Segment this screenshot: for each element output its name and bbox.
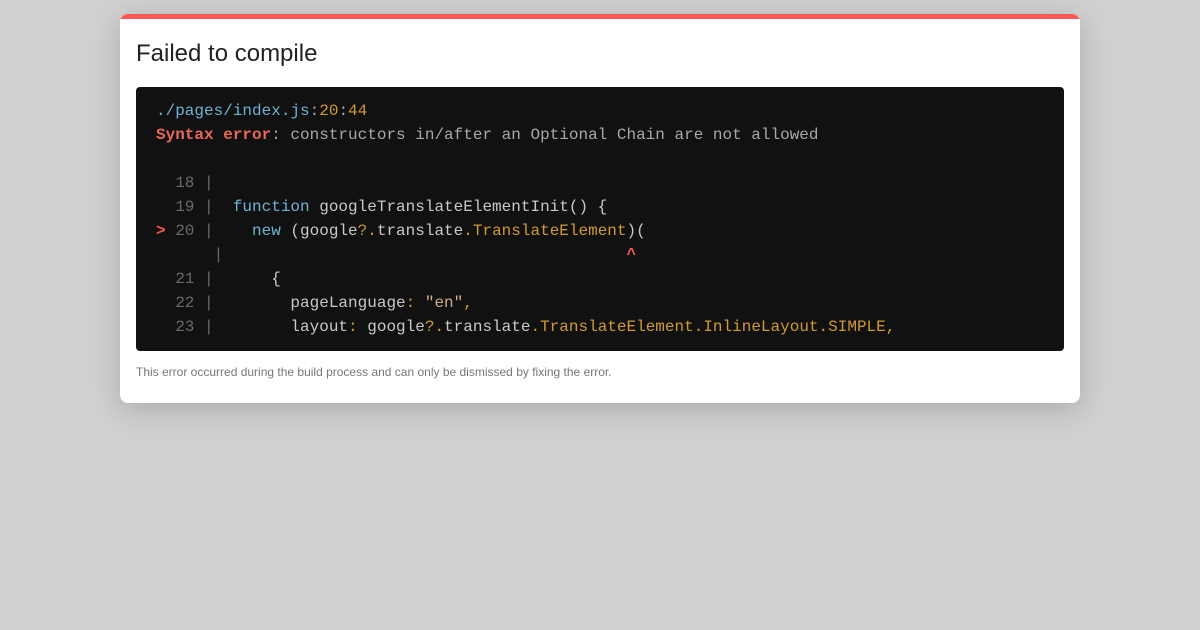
line-number: 23 [175,318,195,336]
error-line-number: 20 [319,102,339,120]
error-column-number: 44 [348,102,368,120]
line-number: 18 [175,174,195,192]
code-line-20-error: > 20 | new (google?.translate.TranslateE… [156,222,646,240]
line-number: 19 [175,198,195,216]
error-line-marker: > [156,222,176,240]
error-caret-icon: ^ [626,246,637,264]
error-message: : constructors in/after an Optional Chai… [271,126,819,144]
dialog-title: Failed to compile [136,40,318,67]
error-label: Syntax error [156,126,272,144]
error-message-line: Syntax error: constructors in/after an O… [156,123,1044,147]
line-number: 20 [175,222,195,240]
code-line-21: 21 | { [175,270,281,288]
error-file-path[interactable]: ./pages/index.js [156,102,310,120]
code-line-22: 22 | pageLanguage: "en", [175,294,473,312]
dialog-footer-note: This error occurred during the build pro… [136,365,612,379]
error-accent-bar [120,14,1080,19]
code-line-23: 23 | layout: google?.translate.Translate… [175,318,896,336]
error-location-line: ./pages/index.js:20:44 [156,102,368,120]
code-line-19: 19 | function googleTranslateElementInit… [175,198,608,216]
error-code-frame: ./pages/index.js:20:44 Syntax error: con… [136,87,1064,351]
line-number: 21 [175,270,195,288]
code-line-18: 18 | [175,174,214,192]
error-caret-line: | ^ [204,246,637,264]
error-overlay-dialog: Failed to compile ./pages/index.js:20:44… [120,14,1080,403]
line-number: 22 [175,294,195,312]
